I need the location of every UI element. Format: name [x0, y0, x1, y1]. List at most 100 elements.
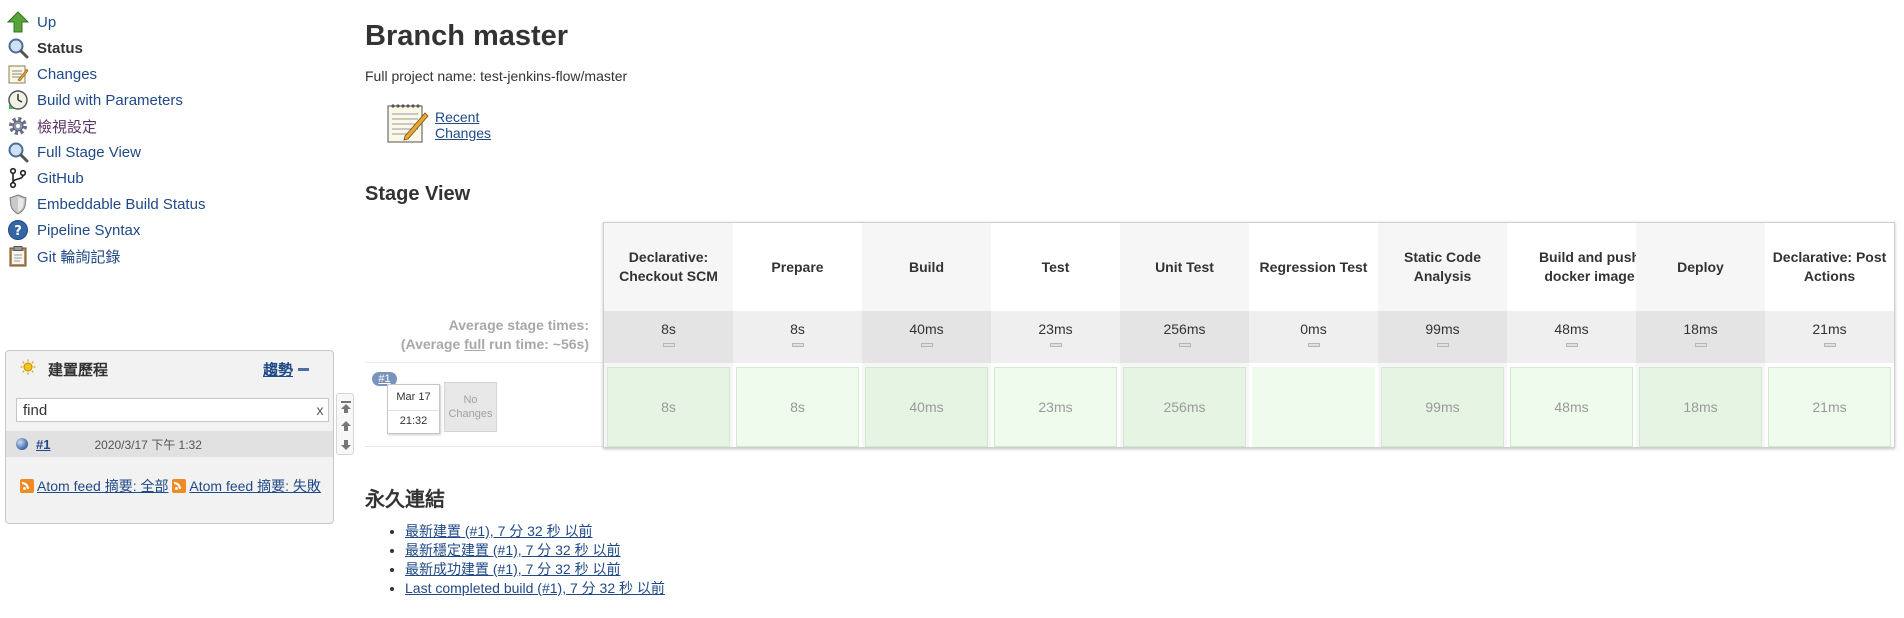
stage-average: 21ms	[1765, 311, 1894, 363]
stage-column: Test 23ms 23ms	[991, 223, 1120, 447]
collapse-icon[interactable]	[298, 368, 309, 371]
stage-header: Deploy	[1677, 258, 1724, 275]
rss-icon	[172, 479, 187, 493]
stage-average-bar	[1565, 343, 1578, 347]
permalink-last-successful-build[interactable]: 最新成功建置 (#1), 7 分 32 秒 以前	[405, 561, 620, 577]
clock-icon	[6, 88, 30, 112]
run-date: Mar 17	[396, 391, 431, 403]
run-date-box[interactable]: Mar 17 21:32	[387, 384, 440, 434]
shield-icon	[6, 192, 30, 216]
stage-view-heading: Stage View	[365, 183, 471, 205]
sidebar-item-changes[interactable]: Changes	[6, 60, 97, 88]
stage-average-time: 48ms	[1554, 321, 1589, 337]
sidebar-item-pipeline-syntax[interactable]: ? Pipeline Syntax	[6, 216, 140, 244]
sidebar-item-github[interactable]: GitHub	[6, 164, 84, 192]
divider	[365, 362, 603, 363]
permalink-last-build[interactable]: 最新建置 (#1), 7 分 32 秒 以前	[405, 523, 592, 539]
page-title: Branch master	[365, 20, 569, 52]
avg-run-suffix: run time: ~56s)	[485, 336, 589, 352]
average-stage-times-label: Average stage times: (Average full run t…	[365, 316, 589, 354]
stage-run-cell[interactable]: 21ms	[1768, 367, 1891, 447]
magnifier-icon	[6, 36, 30, 60]
average-stage-times-line: Average stage times:	[448, 317, 589, 333]
sidebar-item-up[interactable]: Up	[6, 8, 56, 36]
stage-run-cell	[1252, 367, 1375, 447]
stage-column: Regression Test 0ms	[1249, 223, 1378, 447]
stage-run-cell[interactable]: 48ms	[1510, 367, 1633, 447]
list-item: 最新建置 (#1), 7 分 32 秒 以前	[405, 522, 665, 541]
atom-feed-all-link[interactable]: Atom feed 摘要: 全部	[37, 478, 168, 494]
full-project-name: Full project name: test-jenkins-flow/mas…	[365, 68, 628, 84]
permalink-last-completed-build[interactable]: Last completed build (#1), 7 分 32 秒 以前	[405, 580, 665, 596]
sidebar-item-label: Embeddable Build Status	[37, 195, 206, 213]
run-time: 21:32	[399, 415, 428, 427]
stage-column: Deploy 18ms 18ms	[1636, 223, 1765, 447]
stage-average-time: 23ms	[1038, 321, 1073, 337]
stage-header: Declarative: Post Actions	[1772, 249, 1887, 284]
build-row[interactable]: #1 2020/3/17 下午 1:32	[6, 431, 333, 457]
scroll-down-icon[interactable]	[341, 438, 351, 450]
stage-header: Declarative: Checkout SCM	[619, 249, 718, 284]
stage-run-cell[interactable]: 8s	[607, 367, 730, 447]
sidebar-item-status[interactable]: Status	[6, 34, 83, 62]
build-filter-input[interactable]	[17, 399, 312, 421]
list-item: 最新成功建置 (#1), 7 分 32 秒 以前	[405, 560, 665, 579]
sidebar-item-label: GitHub	[37, 169, 84, 187]
sun-icon	[20, 359, 36, 379]
sidebar-item-label: Build with Parameters	[37, 91, 183, 109]
atom-feeds: Atom feed 摘要: 全部 Atom feed 摘要: 失敗	[20, 477, 326, 496]
trend-link[interactable]: 趨勢	[263, 359, 293, 380]
divider	[365, 446, 603, 447]
stage-average: 99ms	[1378, 311, 1507, 363]
stage-average: 256ms	[1120, 311, 1249, 363]
stage-average-time: 256ms	[1163, 321, 1206, 337]
stage-column: Prepare 8s 8s	[733, 223, 862, 447]
stage-average-time: 18ms	[1683, 321, 1718, 337]
clear-filter-button[interactable]: x	[312, 402, 328, 418]
build-number-link[interactable]: #1	[36, 437, 50, 452]
stage-run-cell[interactable]: 256ms	[1123, 367, 1246, 447]
stage-run-cell[interactable]: 99ms	[1381, 367, 1504, 447]
build-history-scroll-controls	[336, 393, 354, 455]
run-changes-box[interactable]: No Changes	[444, 382, 497, 432]
sidebar-item-git-polling-log[interactable]: Git 輪詢記錄	[6, 242, 120, 270]
sidebar-item-embeddable-build-status[interactable]: Embeddable Build Status	[6, 190, 205, 218]
stage-average: 0ms	[1249, 311, 1378, 363]
average-run-time-line: (Average full run time: ~56s)	[365, 335, 589, 354]
rss-icon	[20, 479, 34, 493]
stage-run-cell[interactable]: 8s	[736, 367, 859, 447]
stage-average-time: 8s	[790, 321, 805, 337]
stage-run-cell[interactable]: 40ms	[865, 367, 988, 447]
sidebar-item-label: Pipeline Syntax	[37, 221, 141, 239]
stage-view-table: Declarative: Checkout SCM 8s 8s Prepare …	[603, 222, 1895, 448]
sidebar-item-build-with-parameters[interactable]: Build with Parameters	[6, 86, 183, 114]
scroll-top-icon[interactable]	[341, 400, 351, 413]
stage-average-bar	[662, 343, 675, 347]
stage-average-bar	[1178, 343, 1191, 347]
stage-run-cell[interactable]: 23ms	[994, 367, 1117, 447]
stage-average-bar	[920, 343, 933, 347]
stage-average: 23ms	[991, 311, 1120, 363]
permalink-last-stable-build[interactable]: 最新穩定建置 (#1), 7 分 32 秒 以前	[405, 542, 620, 558]
build-history-title: 建置歷程	[48, 361, 109, 379]
stage-column: Build and push docker image 48ms 48ms	[1507, 223, 1640, 447]
build-date: 2020/3/17 下午 1:32	[94, 437, 202, 452]
help-icon: ?	[6, 218, 30, 242]
stage-column: Build 40ms 40ms	[862, 223, 991, 447]
scroll-up-icon[interactable]	[341, 419, 351, 431]
sidebar-item-label: Changes	[37, 65, 98, 83]
build-status-ball-icon	[16, 438, 28, 450]
permalinks-heading: 永久連結	[365, 489, 445, 511]
sidebar-item-configure[interactable]: 檢視設定	[6, 112, 97, 140]
atom-feed-failed-link[interactable]: Atom feed 摘要: 失敗	[189, 478, 320, 494]
stage-average-time: 0ms	[1300, 321, 1327, 337]
list-item: Last completed build (#1), 7 分 32 秒 以前	[405, 579, 665, 598]
sidebar-item-label: 檢視設定	[37, 118, 98, 136]
recent-changes-link[interactable]: Recent Changes	[435, 109, 491, 141]
stage-header: Test	[1041, 258, 1070, 275]
recent-changes: Recent Changes	[385, 101, 491, 149]
stage-run-cell[interactable]: 18ms	[1639, 367, 1762, 447]
avg-run-prefix: (Average	[400, 336, 465, 352]
gear-icon	[6, 114, 30, 138]
sidebar-item-full-stage-view[interactable]: Full Stage View	[6, 138, 141, 166]
